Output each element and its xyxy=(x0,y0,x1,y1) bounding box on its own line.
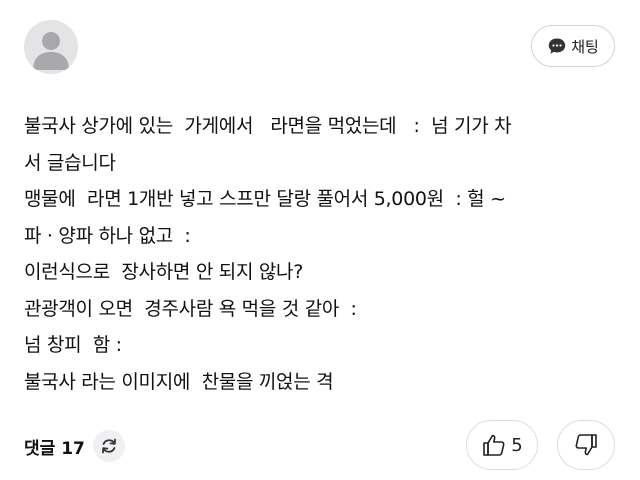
chat-button[interactable]: 채팅 xyxy=(531,25,615,67)
chat-bubble-icon xyxy=(547,36,567,56)
post-line: 이런식으로 장사하면 안 되지 않나? xyxy=(24,261,304,283)
post-body: 불국사 상가에 있는 가게에서 라면을 먹었는데 : 넘 기가 차 서 글습니다… xyxy=(24,108,620,400)
post-line: 관광객이 오면 경주사람 욕 먹을 것 같아 : xyxy=(24,297,357,320)
thumbs-up-icon xyxy=(483,434,505,456)
refresh-icon xyxy=(101,438,116,454)
thumbs-down-icon xyxy=(575,434,597,456)
like-button[interactable]: 5 xyxy=(466,420,538,470)
author-avatar[interactable] xyxy=(24,20,78,74)
refresh-button[interactable] xyxy=(92,430,125,462)
like-count: 5 xyxy=(511,434,523,456)
post-line: 파 · 양파 하나 없고 : xyxy=(24,224,191,247)
dislike-button[interactable] xyxy=(557,420,615,470)
post-line: 넘 창피 함 : xyxy=(24,334,122,356)
post-line: 맹물에 라면 1개반 넣고 스프만 달랑 풀어서 5,000원 : 헐 ~ xyxy=(24,188,506,210)
post-line: 서 글습니다 xyxy=(24,151,116,174)
chat-button-label: 채팅 xyxy=(571,37,599,56)
comments-bar: 댓글 17 xyxy=(24,428,125,464)
comments-count-label[interactable]: 댓글 17 xyxy=(24,434,85,459)
user-silhouette-icon xyxy=(33,32,69,70)
post-line: 불국사 상가에 있는 가게에서 라면을 먹었는데 : 넘 기가 차 xyxy=(24,115,512,137)
post-line: 불국사 라는 이미지에 찬물을 끼얹는 격 xyxy=(24,370,334,393)
